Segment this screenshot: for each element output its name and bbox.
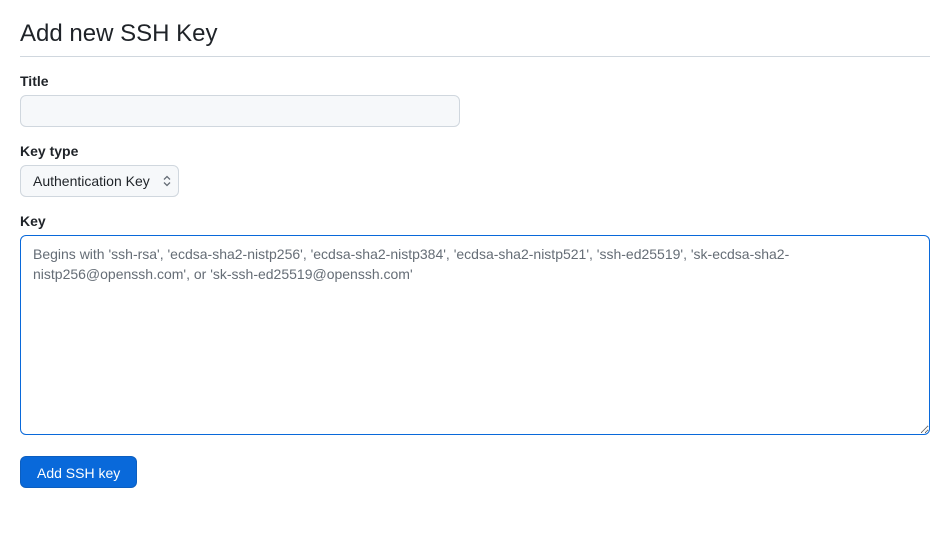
- key-type-label: Key type: [20, 143, 930, 159]
- key-label: Key: [20, 213, 930, 229]
- key-field-group: Key: [20, 213, 930, 440]
- key-type-select[interactable]: Authentication Key: [20, 165, 179, 197]
- key-type-select-wrap: Authentication Key: [20, 165, 179, 197]
- title-label: Title: [20, 73, 930, 89]
- title-input[interactable]: [20, 95, 460, 127]
- add-ssh-key-button[interactable]: Add SSH key: [20, 456, 137, 488]
- page-title: Add new SSH Key: [20, 20, 930, 57]
- key-type-field-group: Key type Authentication Key: [20, 143, 930, 197]
- key-textarea[interactable]: [20, 235, 930, 435]
- title-field-group: Title: [20, 73, 930, 127]
